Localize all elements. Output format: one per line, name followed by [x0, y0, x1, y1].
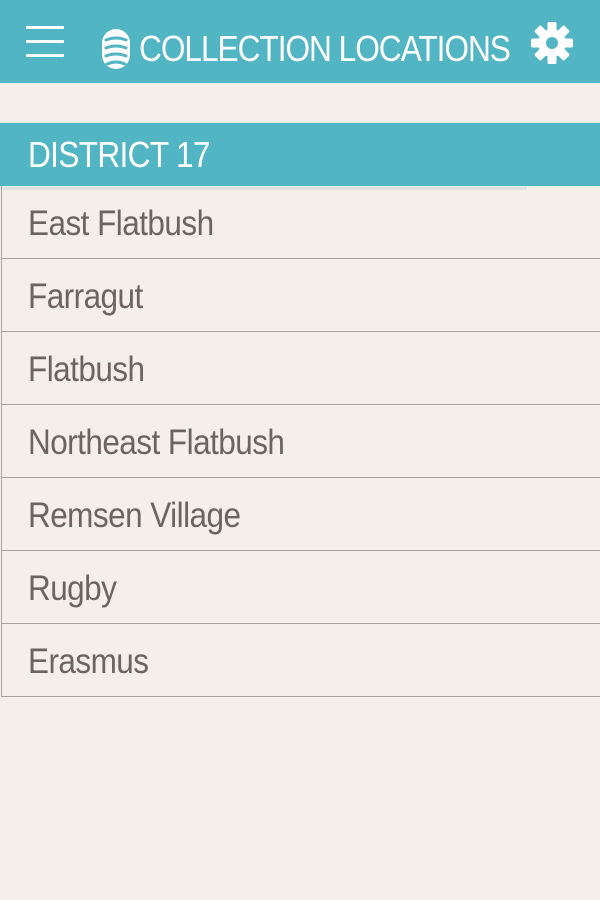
menu-line [26, 26, 64, 29]
collection-bin-icon [102, 29, 130, 69]
gear-icon[interactable] [529, 20, 575, 66]
app-bar: COLLECTION LOCATIONS [0, 0, 600, 83]
list-item-rugby[interactable]: Rugby [2, 551, 600, 624]
list-item-erasmus[interactable]: Erasmus [2, 624, 600, 697]
list-item-label: Erasmus [28, 642, 149, 681]
list-item-label: Farragut [28, 277, 143, 316]
list-item-label: Flatbush [28, 350, 145, 389]
menu-line [26, 40, 64, 43]
list-item-label: Northeast Flatbush [28, 423, 285, 462]
list-item-label: Remsen Village [28, 496, 241, 535]
location-list: East Flatbush Farragut Flatbush Northeas… [1, 186, 600, 697]
list-item-farragut[interactable]: Farragut [2, 259, 600, 332]
list-item-flatbush[interactable]: Flatbush [2, 332, 600, 405]
menu-icon[interactable] [26, 26, 66, 60]
district-header: DISTRICT 17 [0, 123, 600, 186]
district-title: DISTRICT 17 [28, 134, 211, 175]
list-item-remsen-village[interactable]: Remsen Village [2, 478, 600, 551]
list-item-label: East Flatbush [28, 204, 214, 243]
list-item-east-flatbush[interactable]: East Flatbush [2, 186, 600, 259]
list-item-label: Rugby [28, 569, 117, 608]
page-title: COLLECTION LOCATIONS [139, 28, 511, 69]
list-item-northeast-flatbush[interactable]: Northeast Flatbush [2, 405, 600, 478]
menu-line [26, 54, 64, 57]
